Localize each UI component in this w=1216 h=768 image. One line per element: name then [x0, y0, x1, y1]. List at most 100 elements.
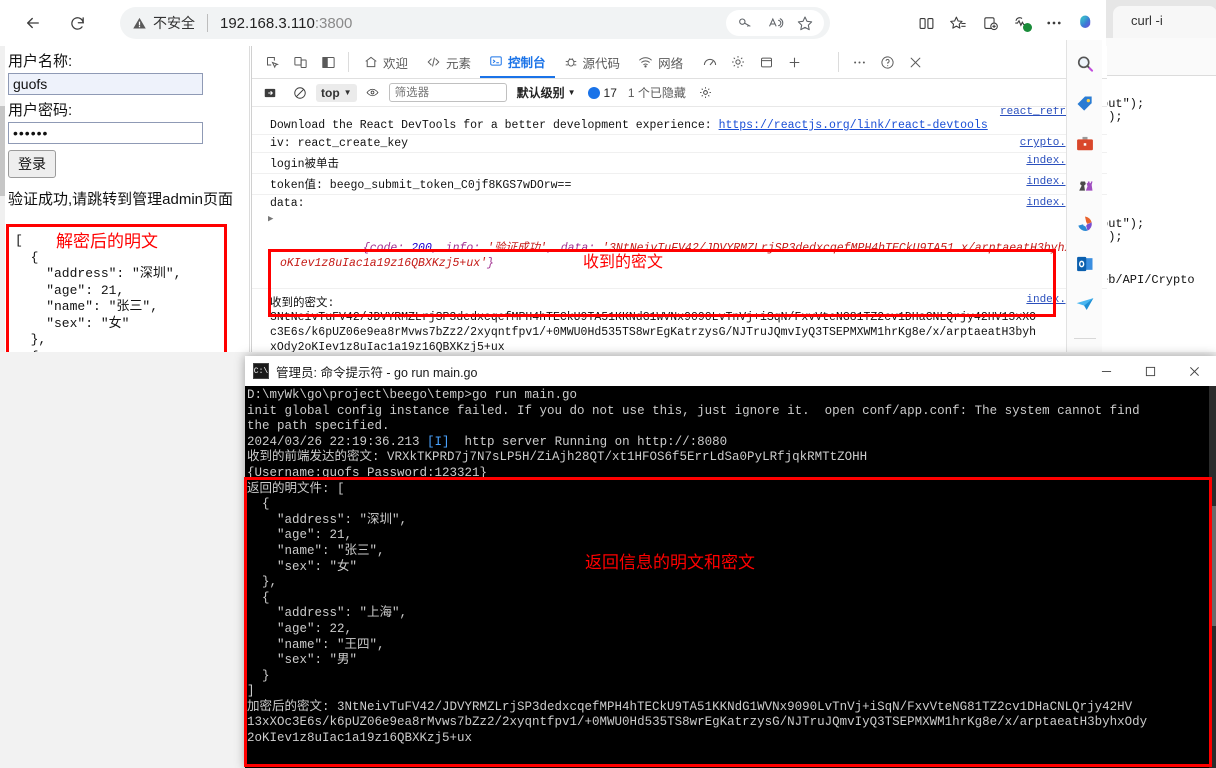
more-options-dots-icon[interactable]	[845, 48, 873, 76]
background-toolbar	[1101, 38, 1216, 76]
console-message-text: login被单击	[270, 158, 340, 171]
background-window: curl -i put"); "); put"); "); eb/API/Cry…	[1100, 0, 1216, 352]
console-message-object[interactable]: index.js:58 data: ▶ {code: 200, info: '验…	[252, 195, 1107, 289]
close-icon[interactable]	[1172, 356, 1216, 386]
page-scrollbar-thumb[interactable]	[0, 106, 5, 196]
annotation-cmd-label: 返回信息的明文和密文	[585, 553, 755, 572]
tab-sources[interactable]: 源代码	[555, 46, 630, 78]
login-button[interactable]: 登录	[8, 150, 56, 178]
dock-side-icon[interactable]	[314, 48, 342, 76]
help-question-icon[interactable]	[873, 48, 901, 76]
outlook-icon[interactable]	[1073, 252, 1097, 276]
tools-briefcase-icon[interactable]	[1073, 132, 1097, 156]
obj-prefix: {code:	[362, 242, 412, 255]
favorite-star-icon[interactable]	[790, 10, 820, 36]
console-message[interactable]: index.js:54 token值: beego_submit_token_C…	[252, 174, 1107, 195]
hidden-messages-count: 1 个已隐藏	[627, 86, 686, 100]
tabbar-divider-right	[838, 52, 840, 72]
key-icon[interactable]	[730, 10, 760, 36]
cmd-window-buttons	[1084, 356, 1216, 386]
office-icon[interactable]	[1073, 212, 1097, 236]
console-message[interactable]: index.js:30 login被单击	[252, 153, 1107, 174]
back-arrow-icon[interactable]	[18, 8, 48, 38]
address-bar[interactable]: 不安全 192.168.3.110:3800	[120, 7, 830, 39]
status-message: 验证成功,请跳转到管理admin页面	[8, 191, 234, 208]
console-message-cipher[interactable]: index.js:61 收到的密文: 3NtNeivTuFV42/JDVYRMZ…	[252, 289, 1107, 352]
console-object-preview[interactable]: ▶ {code: 200, info: '验证成功', data: '3NtNe…	[268, 211, 1099, 286]
background-code-line: put");	[1101, 97, 1145, 111]
memory-box-icon[interactable]	[752, 48, 780, 76]
background-code-line: eb/API/Crypto	[1101, 273, 1195, 287]
password-input[interactable]	[8, 122, 203, 144]
background-tab-curl[interactable]: curl -i	[1113, 6, 1216, 38]
console-filter-bar: top ▼ 默认级别 ▼ 17 1 个已隐藏	[252, 79, 1107, 107]
clear-console-icon[interactable]	[286, 79, 314, 107]
shopping-tag-icon[interactable]	[1073, 92, 1097, 116]
cmd-scrollbar-thumb[interactable]	[1209, 506, 1216, 626]
cmd-output[interactable]: D:\myWk\go\project\beego\temp>go run mai…	[245, 386, 1209, 768]
settings-more-icon[interactable]	[1038, 8, 1070, 38]
cmd-console-icon: C:\	[253, 363, 269, 379]
react-devtools-link[interactable]: https://reactjs.org/link/react-devtools	[719, 119, 988, 132]
bug-sources-icon	[564, 55, 578, 69]
console-level-select[interactable]: 默认级别 ▼	[517, 84, 576, 101]
maximize-icon[interactable]	[1128, 356, 1172, 386]
background-code-line: put");	[1101, 217, 1145, 231]
tab-welcome[interactable]: 欢迎	[355, 46, 417, 78]
browser-essentials-icon[interactable]	[1006, 8, 1038, 38]
received-cipher-text: 3NtNeivTuFV42/JDVYRMZLrjSP3dedxcqefMPH4h…	[270, 311, 1037, 352]
tab-elements[interactable]: 元素	[417, 46, 480, 78]
cmd-scrollbar[interactable]	[1209, 386, 1216, 768]
devtools-tabbar: 欢迎 元素 控制台 源代码 网络	[252, 46, 1107, 79]
cmd-log-level-tag: [I]	[427, 434, 450, 449]
annotation-decrypted-plaintext: 解密后的明文	[56, 232, 158, 251]
web-page-content: 用户名称: 用户密码: 登录 验证成功,请跳转到管理admin页面 [ { "a…	[0, 46, 250, 352]
favorites-icon[interactable]	[942, 8, 974, 38]
games-chess-icon[interactable]	[1073, 172, 1097, 196]
search-icon[interactable]	[1073, 52, 1097, 76]
console-filter-input[interactable]	[388, 83, 507, 102]
background-tabstrip: curl -i	[1101, 0, 1216, 38]
console-message[interactable]: crypto.js:11 iv: react_create_key	[252, 135, 1107, 153]
expand-arrow-icon[interactable]: ▶	[268, 212, 273, 227]
tabbar-divider	[348, 52, 349, 72]
devtools-panel: 欢迎 元素 控制台 源代码 网络 top ▼ 筛选器 默认级别 ▼ 17 1 个…	[251, 46, 1107, 352]
read-aloud-icon[interactable]	[760, 10, 790, 36]
application-gear-icon[interactable]	[724, 48, 752, 76]
execution-context-select[interactable]: top ▼	[316, 83, 357, 102]
console-message[interactable]: react_refresh:6 Download the React DevTo…	[252, 107, 1107, 135]
telegram-send-icon[interactable]	[1073, 292, 1097, 316]
tab-welcome-label: 欢迎	[383, 56, 409, 71]
reload-icon[interactable]	[62, 8, 92, 38]
password-label: 用户密码:	[8, 102, 73, 119]
username-input[interactable]	[8, 73, 203, 95]
page-scrollbar[interactable]	[0, 46, 5, 352]
device-toolbar-icon[interactable]	[286, 48, 314, 76]
network-wifi-icon	[638, 55, 653, 69]
chevron-down-icon: ▼	[343, 88, 352, 97]
console-message-text: Download the React DevTools for a better…	[270, 119, 719, 132]
live-expression-eye-icon[interactable]	[359, 79, 387, 107]
tab-sources-label: 源代码	[582, 56, 621, 71]
performance-icon[interactable]	[696, 48, 724, 76]
execution-context-value: top	[321, 85, 340, 100]
more-tabs-plus-icon[interactable]	[780, 48, 808, 76]
close-x-icon[interactable]	[901, 48, 929, 76]
omnibox-action-group	[726, 10, 824, 36]
console-settings-gear-icon[interactable]	[692, 79, 720, 107]
console-messages[interactable]: react_refresh:6 Download the React DevTo…	[252, 107, 1107, 352]
info-count-value: 17	[603, 85, 617, 100]
minimize-icon[interactable]	[1084, 356, 1128, 386]
console-message-text: iv: react_create_key	[270, 137, 409, 150]
tab-console[interactable]: 控制台	[480, 46, 555, 78]
home-icon	[364, 55, 378, 69]
info-count-badge[interactable]: 17	[587, 85, 617, 100]
collections-icon[interactable]	[974, 8, 1006, 38]
split-screen-icon[interactable]	[910, 8, 942, 38]
tab-network[interactable]: 网络	[629, 46, 692, 78]
copilot-icon[interactable]	[1070, 8, 1102, 38]
background-content: put"); "); put"); "); eb/API/Crypto	[1101, 77, 1216, 352]
inspect-element-icon[interactable]	[258, 48, 286, 76]
console-sidebar-icon[interactable]	[256, 79, 284, 107]
cmd-title-bar[interactable]: C:\ 管理员: 命令提示符 - go run main.go	[245, 356, 1216, 386]
